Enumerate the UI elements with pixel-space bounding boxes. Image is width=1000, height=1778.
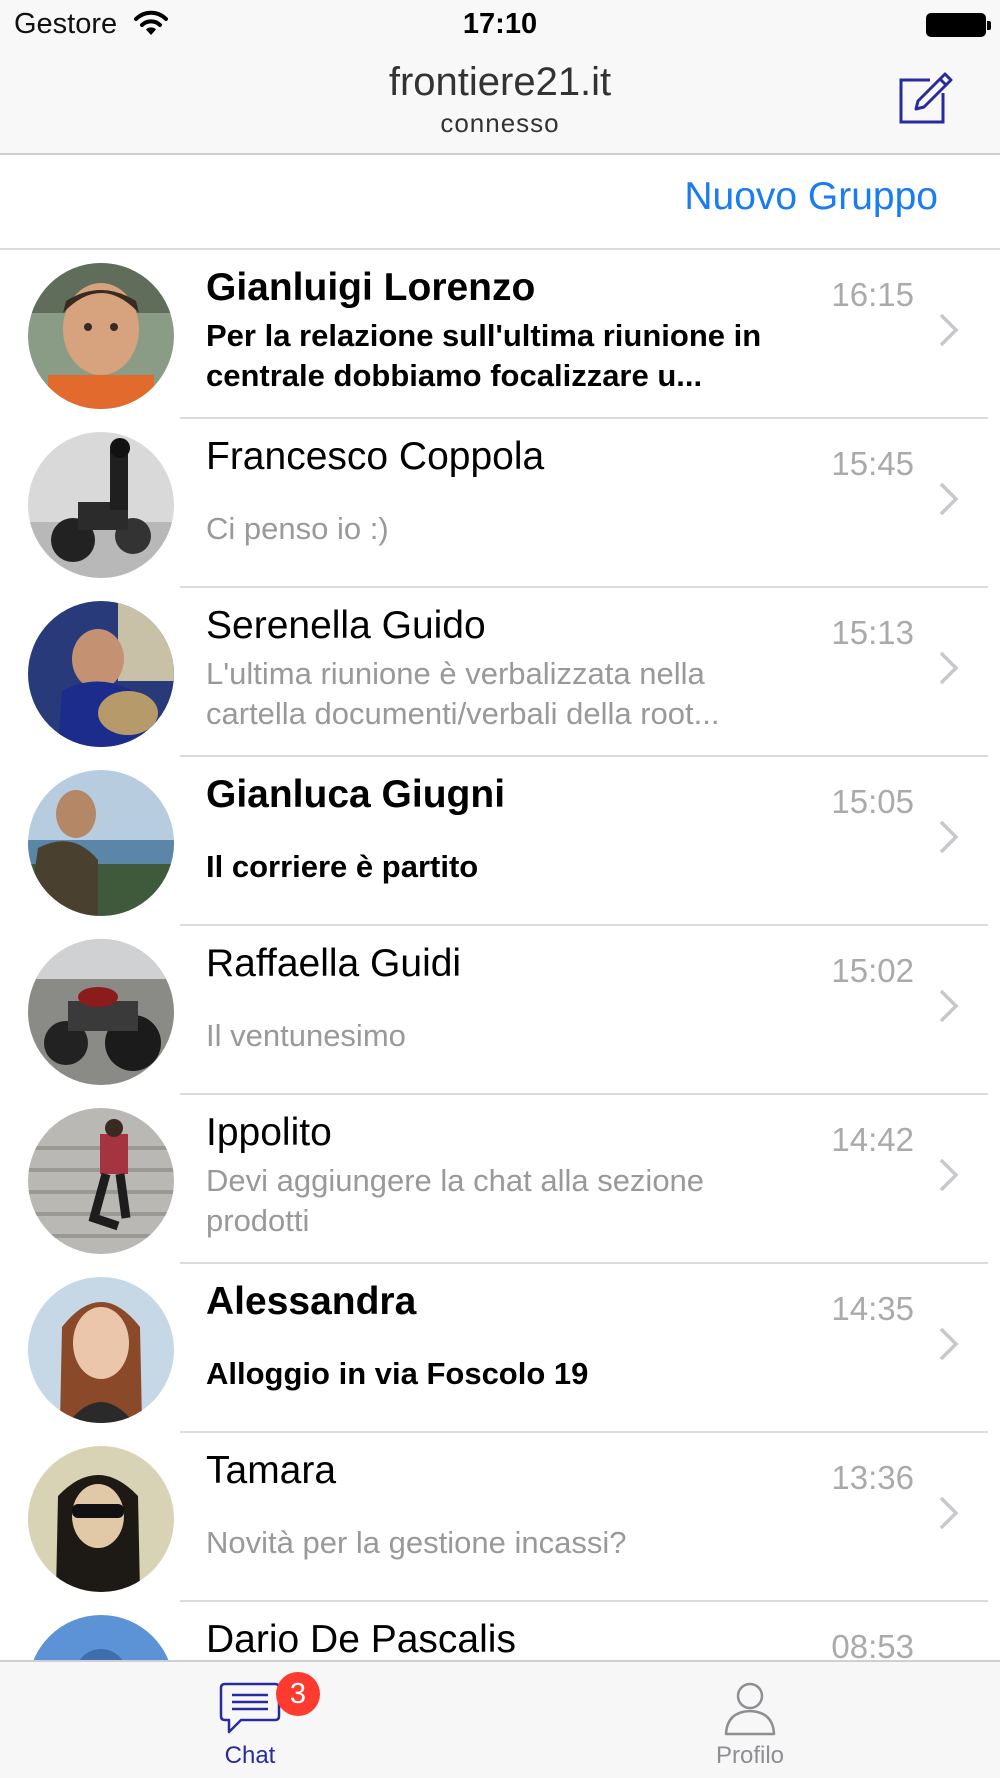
unread-badge: 3 bbox=[276, 1672, 320, 1716]
chevron-right-icon bbox=[939, 989, 959, 1023]
status-time: 17:10 bbox=[462, 8, 538, 40]
chat-row[interactable]: Tamara 13:36 Novità per la gestione inca… bbox=[0, 1433, 1000, 1602]
contact-name: Serenella Guido bbox=[206, 604, 486, 647]
message-preview: L'ultima riunione è verbalizzata nella c… bbox=[206, 656, 720, 731]
avatar bbox=[28, 263, 174, 409]
contact-name: Raffaella Guidi bbox=[206, 942, 462, 985]
chevron-right-icon bbox=[939, 313, 959, 347]
avatar bbox=[28, 939, 174, 1085]
chat-row[interactable]: Francesco Coppola 15:45 Ci penso io :) bbox=[0, 419, 1000, 588]
chevron-right-icon bbox=[939, 1327, 959, 1361]
compose-icon[interactable] bbox=[894, 68, 956, 130]
chat-list[interactable]: Gianluigi Lorenzo 16:15 Per la relazione… bbox=[0, 250, 1000, 1660]
connection-status: connesso bbox=[440, 108, 560, 138]
chevron-right-icon bbox=[939, 820, 959, 854]
tab-profile-label: Profilo bbox=[715, 1742, 785, 1769]
chat-bubble-icon bbox=[219, 1682, 281, 1734]
contact-name: Ippolito bbox=[206, 1111, 332, 1154]
contact-name: Tamara bbox=[206, 1449, 337, 1492]
tab-profile[interactable]: Profilo bbox=[650, 1662, 850, 1778]
tab-chat-label: Chat bbox=[224, 1742, 276, 1769]
chat-row[interactable]: Gianluca Giugni 15:05 Il corriere è part… bbox=[0, 757, 1000, 926]
tab-bar: 3 Chat Profilo bbox=[0, 1660, 1000, 1778]
person-icon bbox=[724, 1682, 776, 1736]
avatar bbox=[28, 432, 174, 578]
chat-row[interactable]: Raffaella Guidi 15:02 Il ventunesimo bbox=[0, 926, 1000, 1095]
message-time: 15:05 bbox=[831, 783, 914, 820]
contact-name: Alessandra bbox=[206, 1280, 417, 1323]
message-time: 13:36 bbox=[831, 1459, 914, 1496]
avatar bbox=[28, 1108, 174, 1254]
avatar bbox=[28, 1615, 174, 1660]
tab-chat[interactable]: 3 Chat bbox=[150, 1662, 350, 1778]
avatar bbox=[28, 770, 174, 916]
chat-row[interactable]: Ippolito 14:42 Devi aggiungere la chat a… bbox=[0, 1095, 1000, 1264]
chat-row[interactable]: Gianluigi Lorenzo 16:15 Per la relazione… bbox=[0, 250, 1000, 419]
actions-row: Nuovo Gruppo bbox=[0, 155, 1000, 250]
message-preview: Il ventunesimo bbox=[206, 1018, 406, 1053]
battery-icon bbox=[926, 13, 991, 37]
message-time: 14:42 bbox=[831, 1121, 914, 1158]
message-time: 15:02 bbox=[831, 952, 914, 989]
chat-row[interactable]: Alessandra 14:35 Alloggio in via Foscolo… bbox=[0, 1264, 1000, 1433]
avatar bbox=[28, 1446, 174, 1592]
message-preview: Novità per la gestione incassi? bbox=[206, 1525, 627, 1560]
contact-name: Gianluca Giugni bbox=[206, 773, 506, 816]
contact-name: Francesco Coppola bbox=[206, 435, 545, 478]
chevron-right-icon bbox=[939, 482, 959, 516]
chevron-right-icon bbox=[939, 651, 959, 685]
chat-row[interactable]: Serenella Guido 15:13 L'ultima riunione … bbox=[0, 588, 1000, 757]
status-bar: Gestore 17:10 bbox=[0, 0, 1000, 52]
message-preview: Devi aggiungere la chat alla sezione pro… bbox=[206, 1163, 705, 1238]
message-time: 14:35 bbox=[831, 1290, 914, 1327]
message-time: 15:45 bbox=[831, 445, 914, 482]
contact-name: Dario De Pascalis bbox=[206, 1618, 516, 1660]
page-title: frontiere21.it bbox=[388, 60, 612, 104]
message-preview: Per la relazione sull'ultima riunione in… bbox=[206, 318, 762, 393]
contact-name: Gianluigi Lorenzo bbox=[206, 266, 536, 309]
message-time: 15:13 bbox=[831, 614, 914, 651]
avatar bbox=[28, 601, 174, 747]
avatar bbox=[28, 1277, 174, 1423]
message-time: 16:15 bbox=[831, 276, 914, 313]
message-preview: Ci penso io :) bbox=[206, 511, 389, 546]
chat-row[interactable]: Dario De Pascalis 08:53 bbox=[0, 1602, 1000, 1660]
message-preview: Il corriere è partito bbox=[206, 849, 479, 884]
navigation-bar: frontiere21.it connesso bbox=[0, 52, 1000, 155]
message-preview: Alloggio in via Foscolo 19 bbox=[206, 1356, 589, 1391]
chevron-right-icon bbox=[939, 1158, 959, 1192]
chevron-right-icon bbox=[939, 1496, 959, 1530]
new-group-button[interactable]: Nuovo Gruppo bbox=[684, 175, 938, 219]
message-time: 08:53 bbox=[831, 1628, 914, 1660]
